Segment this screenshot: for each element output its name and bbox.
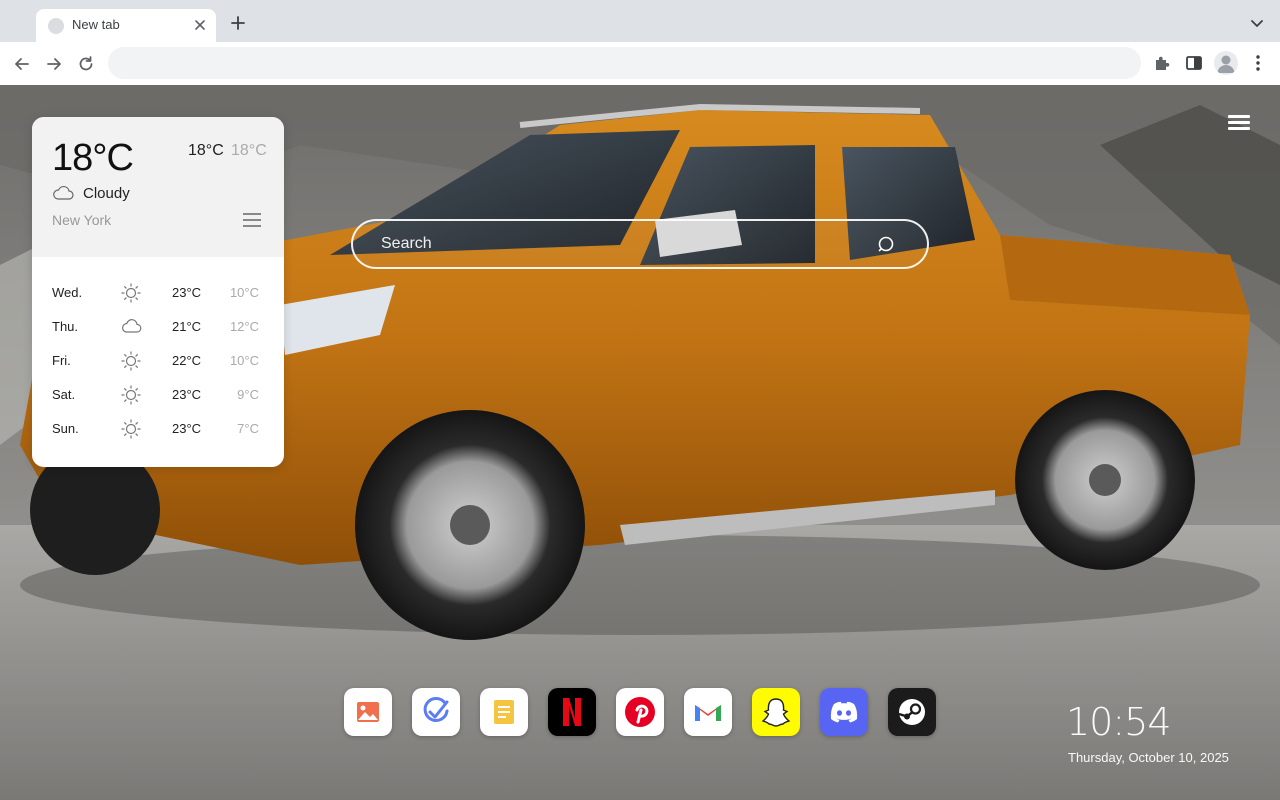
forecast-day: Sun.	[52, 421, 79, 436]
back-arrow-icon[interactable]	[11, 53, 33, 75]
side-panel-icon[interactable]	[1183, 52, 1205, 74]
forecast-row: Sat. 23°C 9°C	[32, 378, 284, 412]
hamburger-menu-icon[interactable]	[1228, 115, 1250, 135]
forecast-low: 10°C	[229, 285, 259, 300]
snapchat-icon	[761, 698, 791, 727]
forecast-row: Fri. 22°C 10°C	[32, 344, 284, 378]
forecast-row: Wed. 23°C 10°C	[32, 276, 284, 310]
forecast-row: Sun. 23°C 7°C	[32, 412, 284, 446]
new-tab-plus-icon[interactable]	[228, 13, 248, 33]
reload-icon[interactable]	[75, 53, 97, 75]
clock-time: 10:54	[1066, 700, 1172, 744]
forecast-high: 23°C	[172, 421, 202, 436]
weather-current: 18°C 18°C 18°C Cloudy New York	[32, 117, 284, 257]
steam-icon	[898, 699, 925, 725]
dock-todo-app[interactable]	[412, 688, 460, 736]
today-low: 18°C	[231, 142, 267, 159]
forecast-high: 23°C	[172, 285, 202, 300]
dock-pinterest-app[interactable]	[616, 688, 664, 736]
pinterest-icon	[625, 697, 655, 727]
search-icon[interactable]	[877, 235, 897, 255]
checkmark-icon	[423, 696, 449, 722]
tab-favicon-icon	[48, 18, 64, 34]
forecast-day: Wed.	[52, 285, 83, 300]
close-icon[interactable]	[192, 17, 208, 33]
netflix-icon	[563, 698, 581, 726]
sun-icon	[121, 283, 141, 303]
sun-icon	[121, 351, 141, 371]
gmail-icon	[695, 705, 721, 721]
forward-arrow-icon[interactable]	[43, 53, 65, 75]
tab-title: New tab	[72, 17, 120, 32]
weather-forecast: Wed. 23°C 10°C Thu. 21°C 12°C Fri. 22°C …	[32, 257, 284, 446]
forecast-high: 21°C	[172, 319, 202, 334]
profile-avatar-icon[interactable]	[1214, 51, 1238, 75]
cloud-icon	[122, 319, 142, 333]
forecast-low: 12°C	[229, 319, 259, 334]
chevron-down-icon[interactable]	[1248, 14, 1266, 32]
search-box	[351, 219, 929, 269]
weather-city[interactable]: New York	[52, 212, 111, 228]
sun-icon	[121, 419, 141, 439]
forecast-day: Thu.	[52, 319, 79, 334]
forecast-day: Sat.	[52, 387, 76, 402]
forecast-high: 23°C	[172, 387, 202, 402]
forecast-low: 10°C	[229, 353, 259, 368]
search-input[interactable]	[381, 232, 861, 256]
browser-toolbar	[0, 42, 1280, 85]
puzzle-extensions-icon[interactable]	[1151, 52, 1173, 74]
tab-strip: New tab	[0, 0, 1280, 42]
weather-list-icon[interactable]	[243, 213, 261, 229]
more-vertical-icon[interactable]	[1247, 52, 1269, 74]
forecast-high: 22°C	[172, 353, 202, 368]
forecast-row: Thu. 21°C 12°C	[32, 310, 284, 344]
discord-icon	[830, 701, 858, 723]
dock-gmail-app[interactable]	[684, 688, 732, 736]
forecast-low: 7°C	[237, 421, 259, 436]
dock-netflix-app[interactable]	[548, 688, 596, 736]
current-temperature: 18°C	[52, 137, 134, 179]
dock-discord-app[interactable]	[820, 688, 868, 736]
weather-widget: 18°C 18°C 18°C Cloudy New York Wed. 23°C…	[32, 117, 284, 467]
dock-notes-app[interactable]	[480, 688, 528, 736]
today-high: 18°C	[188, 142, 224, 159]
tab-new-tab[interactable]: New tab	[36, 9, 216, 42]
dock-wallpapers-app[interactable]	[344, 688, 392, 736]
image-icon	[357, 702, 379, 722]
forecast-low: 9°C	[237, 387, 259, 402]
sun-icon	[121, 385, 141, 405]
new-tab-page: 18°C 18°C 18°C Cloudy New York Wed. 23°C…	[0, 85, 1280, 800]
weather-condition: Cloudy	[83, 185, 130, 202]
note-icon	[494, 700, 514, 724]
clock-date: Thursday, October 10, 2025	[1068, 750, 1229, 765]
dock-snapchat-app[interactable]	[752, 688, 800, 736]
forecast-day: Fri.	[52, 353, 71, 368]
dock-steam-app[interactable]	[888, 688, 936, 736]
cloud-icon	[53, 185, 74, 200]
address-bar[interactable]	[108, 47, 1141, 79]
